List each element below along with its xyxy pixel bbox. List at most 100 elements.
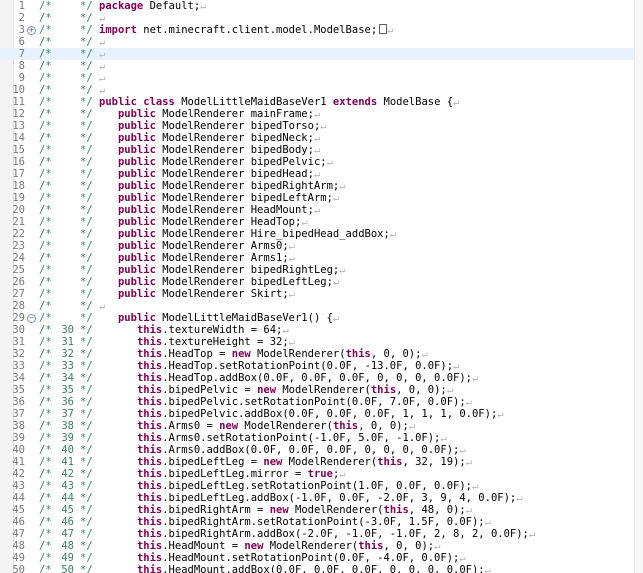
code-line[interactable]: 2 /* */ ↵ [0,12,635,24]
code-text[interactable]: public ModelRenderer HeadMount;↵ [99,204,320,216]
code-text[interactable]: public ModelRenderer bipedNeck;↵ [99,132,320,144]
code-line[interactable]: 30 /* 30 */ this.textureWidth = 64;↵ [0,324,635,336]
code-text[interactable]: public ModelRenderer bipedHead;↵ [99,168,320,180]
code-line[interactable]: 33 /* 33 */ this.HeadTop.setRotationPoint(0… [0,360,635,372]
code-line[interactable]: 25 /* */ public ModelRenderer bipedRightLe… [0,264,635,276]
code-line[interactable]: 47 /* 47 */ this.bipedRightArm.addBox(-2.0F… [0,528,635,540]
code-line[interactable]: 29−/* */ public ModelLittleMaidBaseVer1()… [0,312,635,324]
code-text[interactable]: public ModelRenderer bipedLeftLeg;↵ [99,276,339,288]
code-line[interactable]: 12 /* */ public ModelRenderer mainFrame;↵ [0,108,635,120]
code-text[interactable]: this.bipedLeftLeg.addBox(-1.0F, 0.0F, -2… [99,492,523,504]
code-text[interactable]: this.textureWidth = 64;↵ [99,324,289,336]
code-text[interactable]: this.HeadMount = new ModelRenderer(this,… [99,540,440,552]
code-text[interactable]: this.textureHeight = 32;↵ [99,336,295,348]
code-line[interactable]: 7 /* */ ↵ [0,48,635,60]
code-line[interactable]: 42 /* 42 */ this.bipedLeftLeg.mirror = true… [0,468,635,480]
code-line[interactable]: 23 /* */ public ModelRenderer Arms0;↵ [0,240,635,252]
code-text[interactable]: this.Arms0.setRotationPoint(-1.0F, 5.0F,… [99,432,447,444]
code-line[interactable]: 11 /* */ public class ModelLittleMaidBaseVe… [0,96,635,108]
code-text[interactable]: this.bipedRightArm = new ModelRenderer(t… [99,504,472,516]
code-line[interactable]: 20 /* */ public ModelRenderer HeadMount;↵ [0,204,635,216]
code-text[interactable]: ↵ [99,12,105,24]
code-line[interactable]: 31 /* 31 */ this.textureHeight = 32;↵ [0,336,635,348]
code-text[interactable]: this.HeadTop.setRotationPoint(0.0F, -13.… [99,360,459,372]
code-text[interactable]: public ModelRenderer bipedTorso;↵ [99,120,327,132]
code-editor[interactable]: 1 /* */ package Default;↵ 2 /* */ ↵ 3 + /* */ import… [0,0,643,573]
code-text[interactable]: this.bipedPelvic = new ModelRenderer(thi… [99,384,453,396]
code-line[interactable]: 44 /* 44 */ this.bipedLeftLeg.addBox(-1.0F,… [0,492,635,504]
code-line[interactable]: 39 /* 39 */ this.Arms0.setRotationPoint(-1.… [0,432,635,444]
code-text[interactable]: this.HeadMount.setRotationPoint(0.0F, -4… [99,552,466,564]
code-text[interactable]: public ModelRenderer mainFrame;↵ [99,108,320,120]
code-text[interactable]: public ModelRenderer bipedRightArm;↵ [99,180,346,192]
code-text[interactable]: this.bipedPelvic.addBox(0.0F, 0.0F, 0.0F… [99,408,504,420]
code-line[interactable]: 19 /* */ public ModelRenderer bipedLeftArm… [0,192,635,204]
code-text[interactable]: public ModelRenderer Hire_bipedHead_addB… [99,228,396,240]
code-line[interactable]: 45 /* 45 */ this.bipedRightArm = new ModelR… [0,504,635,516]
code-text[interactable]: public ModelRenderer bipedPelvic;↵ [99,156,333,168]
code-text[interactable]: this.bipedLeftLeg = new ModelRenderer(th… [99,456,472,468]
code-line[interactable]: 43 /* 43 */ this.bipedLeftLeg.setRotationPo… [0,480,635,492]
code-line[interactable]: 6 /* */ ↵ [0,36,635,48]
code-line[interactable]: 9 /* */ ↵ [0,72,635,84]
code-line[interactable]: 13 /* */ public ModelRenderer bipedTorso;↵ [0,120,635,132]
code-line[interactable]: 34 /* 34 */ this.HeadTop.addBox(0.0F, 0.0F,… [0,372,635,384]
code-line[interactable]: 26 /* */ public ModelRenderer bipedLeftLeg… [0,276,635,288]
code-text[interactable]: this.HeadTop = new ModelRenderer(this, 0… [99,348,428,360]
code-line[interactable]: 36 /* 36 */ this.bipedPelvic.setRotationPoi… [0,396,635,408]
code-text[interactable]: public ModelRenderer bipedBody;↵ [99,144,320,156]
code-line[interactable]: 48 /* 48 */ this.HeadMount = new ModelRende… [0,540,635,552]
code-text[interactable]: this.HeadTop.addBox(0.0F, 0.0F, 0.0F, 0,… [99,372,478,384]
code-line[interactable]: 46 /* 46 */ this.bipedRightArm.setRotationP… [0,516,635,528]
expand-fold-icon[interactable]: + [27,26,36,35]
code-text[interactable]: public ModelRenderer bipedRightLeg;↵ [99,264,346,276]
code-line[interactable]: 3 +/* */ import net.minecraft.client.model.… [0,24,635,36]
code-line[interactable]: 27 /* */ public ModelRenderer Skirt;↵ [0,288,635,300]
code-text[interactable]: this.bipedRightArm.addBox(-2.0F, -1.0F, … [99,528,535,540]
code-text[interactable]: package Default;↵ [99,0,207,12]
code-text[interactable]: public ModelRenderer Arms0;↵ [99,240,295,252]
code-line[interactable]: 14 /* */ public ModelRenderer bipedNeck;↵ [0,132,635,144]
code-line[interactable]: 22 /* */ public ModelRenderer Hire_bipedHe… [0,228,635,240]
code-text[interactable]: ↵ [99,84,105,96]
code-text[interactable]: this.Arms0 = new ModelRenderer(this, 0, … [99,420,415,432]
code-line[interactable]: 35 /* 35 */ this.bipedPelvic = new ModelRen… [0,384,635,396]
code-text[interactable]: ↵ [99,36,105,48]
code-line[interactable]: 50 /* 50 */ this.HeadMount.addBox(0.0F, 0.0… [0,564,635,573]
code-text[interactable]: ↵ [99,300,105,312]
code-text[interactable]: this.bipedLeftLeg.mirror = true;↵ [99,468,346,480]
code-text[interactable]: ↵ [99,48,105,60]
collapse-fold-icon[interactable]: − [27,314,36,323]
code-line[interactable]: 1 /* */ package Default;↵ [0,0,635,12]
code-text[interactable]: this.bipedPelvic.setRotationPoint(0.0F, … [99,396,472,408]
code-text[interactable]: public ModelLittleMaidBaseVer1() {↵ [99,312,339,324]
code-line[interactable]: 28 /* */ ↵ [0,300,635,312]
code-line[interactable]: 16 /* */ public ModelRenderer bipedPelvic;… [0,156,635,168]
code-text[interactable]: ↵ [99,72,105,84]
code-line[interactable]: 37 /* 37 */ this.bipedPelvic.addBox(0.0F, 0… [0,408,635,420]
code-line[interactable]: 18 /* */ public ModelRenderer bipedRightAr… [0,180,635,192]
code-text[interactable]: public ModelRenderer Skirt;↵ [99,288,295,300]
code-text[interactable]: this.bipedLeftLeg.setRotationPoint(1.0F,… [99,480,478,492]
code-text[interactable]: import net.minecraft.client.model.ModelB… [99,24,393,36]
code-line[interactable]: 40 /* 40 */ this.Arms0.addBox(0.0F, 0.0F, 0… [0,444,635,456]
code-line[interactable]: 21 /* */ public ModelRenderer HeadTop;↵ [0,216,635,228]
code-text[interactable]: ↵ [99,60,105,72]
code-line[interactable]: 15 /* */ public ModelRenderer bipedBody;↵ [0,144,635,156]
code-line[interactable]: 8 /* */ ↵ [0,60,635,72]
code-line[interactable]: 24 /* */ public ModelRenderer Arms1;↵ [0,252,635,264]
folded-imports-icon[interactable] [379,24,388,34]
code-line[interactable]: 41 /* 41 */ this.bipedLeftLeg = new ModelRe… [0,456,635,468]
code-text[interactable]: public ModelRenderer bipedLeftArm;↵ [99,192,339,204]
code-text[interactable]: public class ModelLittleMaidBaseVer1 ext… [99,96,459,108]
code-text[interactable]: this.Arms0.addBox(0.0F, 0.0F, 0.0F, 0, 0… [99,444,466,456]
code-line[interactable]: 17 /* */ public ModelRenderer bipedHead;↵ [0,168,635,180]
code-line[interactable]: 10 /* */ ↵ [0,84,635,96]
code-text[interactable]: this.bipedRightArm.setRotationPoint(-3.0… [99,516,491,528]
code-line[interactable]: 32 /* 32 */ this.HeadTop = new ModelRendere… [0,348,635,360]
code-text[interactable]: public ModelRenderer Arms1;↵ [99,252,295,264]
code-line[interactable]: 38 /* 38 */ this.Arms0 = new ModelRenderer(… [0,420,635,432]
overview-ruler[interactable] [634,0,643,573]
code-text[interactable]: public ModelRenderer HeadTop;↵ [99,216,308,228]
code-line[interactable]: 49 /* 49 */ this.HeadMount.setRotationPoint… [0,552,635,564]
